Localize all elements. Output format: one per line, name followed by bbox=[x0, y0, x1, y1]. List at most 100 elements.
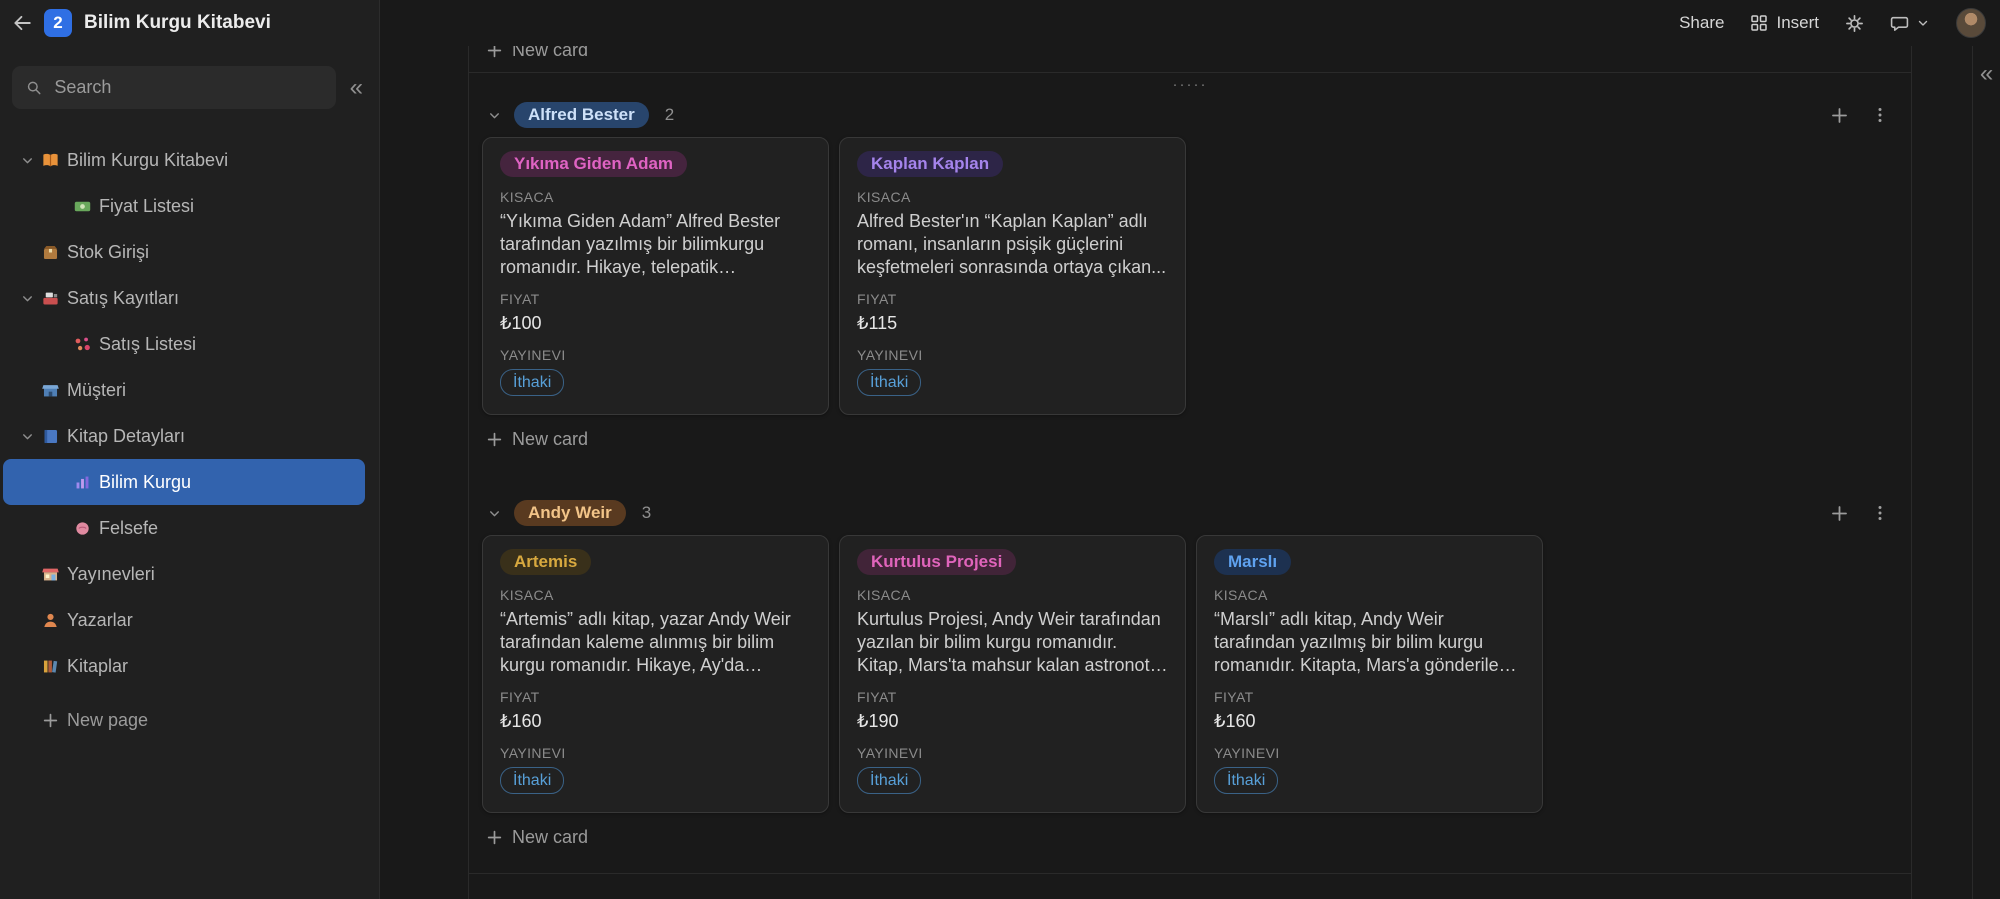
property-label-kisaca: KISACA bbox=[500, 189, 811, 205]
chat-bubble-icon bbox=[1890, 14, 1909, 33]
property-label-yayinevi: YAYINEVI bbox=[500, 347, 811, 363]
sidebar-item-yazarlar[interactable]: Yazarlar bbox=[3, 597, 365, 643]
board-group-andy-weir: Andy Weir 3 Artemis KISACA “Artemis” adl bbox=[469, 493, 1911, 857]
sidebar-item-felsefe[interactable]: Felsefe bbox=[3, 505, 365, 551]
property-label-fiyat: FIYAT bbox=[1214, 689, 1525, 705]
sidebar-item-satis-kayitlari[interactable]: Satış Kayıtları bbox=[3, 275, 365, 321]
sidebar-item-kitap-detaylari[interactable]: Kitap Detayları bbox=[3, 413, 365, 459]
property-label-kisaca: KISACA bbox=[500, 587, 811, 603]
card-summary: Kurtulus Projesi, Andy Weir tarafından y… bbox=[857, 608, 1168, 677]
property-label-fiyat: FIYAT bbox=[857, 291, 1168, 307]
dots-vertical-icon bbox=[1871, 504, 1889, 522]
sidebar-item-satis-listesi[interactable]: Satış Listesi bbox=[3, 321, 365, 367]
new-card-button[interactable]: New card bbox=[469, 817, 1911, 857]
group-collapse-button[interactable] bbox=[482, 501, 506, 525]
main-topbar: Share Insert bbox=[380, 0, 2000, 46]
back-button[interactable] bbox=[12, 13, 32, 33]
plus-icon bbox=[42, 712, 59, 729]
card-title-pill: Yıkıma Giden Adam bbox=[500, 151, 687, 177]
sidebar-item-fiyat-listesi[interactable]: Fiyat Listesi bbox=[3, 183, 365, 229]
cards-row: Yıkıma Giden Adam KISACA “Yıkıma Giden A… bbox=[469, 135, 1911, 415]
page-icon-number: 2 bbox=[53, 13, 62, 33]
group-header: Andy Weir 3 bbox=[469, 493, 1911, 533]
new-card-button[interactable]: New card bbox=[469, 46, 1911, 70]
book-card-yikima-giden-adam[interactable]: Yıkıma Giden Adam KISACA “Yıkıma Giden A… bbox=[482, 137, 829, 415]
cards-row: Artemis KISACA “Artemis” adlı kitap, yaz… bbox=[469, 533, 1911, 813]
drag-handle[interactable]: ····· bbox=[469, 73, 1911, 95]
main-body: New card ····· Alfred Bester 2 bbox=[380, 46, 2000, 899]
package-icon bbox=[41, 243, 60, 262]
board-bottom-divider bbox=[469, 873, 1911, 899]
book-card-marsli[interactable]: Marslı KISACA “Marslı” adlı kitap, Andy … bbox=[1196, 535, 1543, 813]
plus-icon bbox=[1830, 106, 1849, 125]
card-price: ₺115 bbox=[857, 312, 1168, 335]
board-top-clipped-row: New card bbox=[469, 46, 1911, 73]
card-price: ₺160 bbox=[500, 710, 811, 733]
comments-button[interactable] bbox=[1890, 14, 1909, 33]
group-menu-button[interactable] bbox=[1871, 504, 1889, 522]
plus-icon bbox=[1830, 504, 1849, 523]
card-title-pill: Marslı bbox=[1214, 549, 1291, 575]
sidebar-item-musteri[interactable]: Müşteri bbox=[3, 367, 365, 413]
group-add-button[interactable] bbox=[1830, 504, 1849, 523]
insert-button[interactable]: Insert bbox=[1750, 13, 1819, 33]
topbar-chevron-button[interactable] bbox=[1916, 16, 1930, 30]
plus-icon bbox=[486, 46, 503, 59]
property-label-yayinevi: YAYINEVI bbox=[1214, 745, 1525, 761]
new-card-button[interactable]: New card bbox=[469, 419, 1911, 459]
card-price: ₺100 bbox=[500, 312, 811, 335]
scatter-dots-icon bbox=[73, 335, 92, 354]
app-window: 2 Bilim Kurgu Kitabevi « Bilim Kurgu Kit… bbox=[0, 0, 2000, 899]
publisher-pill: İthaki bbox=[500, 767, 564, 794]
book-card-artemis[interactable]: Artemis KISACA “Artemis” adlı kitap, yaz… bbox=[482, 535, 829, 813]
sidebar-collapse-button[interactable]: « bbox=[346, 76, 367, 100]
search-box[interactable] bbox=[12, 66, 336, 109]
store-icon bbox=[41, 565, 60, 584]
group-collapse-button[interactable] bbox=[482, 103, 506, 127]
storefront-icon bbox=[41, 381, 60, 400]
card-price: ₺190 bbox=[857, 710, 1168, 733]
dots-vertical-icon bbox=[1871, 106, 1889, 124]
chevron-down-icon bbox=[1916, 16, 1930, 30]
new-page-button[interactable]: New page bbox=[3, 697, 365, 743]
banknote-icon bbox=[73, 197, 92, 216]
search-input[interactable] bbox=[52, 76, 321, 99]
publisher-pill: İthaki bbox=[857, 767, 921, 794]
sidebar-item-kitaplar[interactable]: Kitaplar bbox=[3, 643, 365, 689]
publisher-pill: İthaki bbox=[500, 369, 564, 396]
sidebar-item-stok-girisi[interactable]: Stok Girişi bbox=[3, 229, 365, 275]
sidebar-topbar: 2 Bilim Kurgu Kitabevi bbox=[0, 0, 379, 46]
sidebar-item-yayinevleri[interactable]: Yayınevleri bbox=[3, 551, 365, 597]
blue-book-icon bbox=[41, 427, 60, 446]
property-label-fiyat: FIYAT bbox=[500, 291, 811, 307]
sidebar-nav: Bilim Kurgu Kitabevi Fiyat Listesi Stok … bbox=[0, 137, 379, 899]
page-title[interactable]: Bilim Kurgu Kitabevi bbox=[84, 12, 271, 34]
group-count: 3 bbox=[642, 503, 651, 523]
chevron-down-icon bbox=[487, 108, 502, 123]
avatar[interactable] bbox=[1956, 8, 1986, 38]
card-title-pill: Kurtulus Projesi bbox=[857, 549, 1016, 575]
card-title-pill: Artemis bbox=[500, 549, 591, 575]
book-card-kurtulus-projesi[interactable]: Kurtulus Projesi KISACA Kurtulus Projesi… bbox=[839, 535, 1186, 813]
chevron-down-icon bbox=[20, 153, 35, 168]
page-icon[interactable]: 2 bbox=[44, 9, 72, 37]
property-label-fiyat: FIYAT bbox=[500, 689, 811, 705]
right-panel-collapse-button[interactable]: « bbox=[1976, 62, 1997, 86]
share-button[interactable]: Share bbox=[1679, 13, 1724, 33]
publisher-pill: İthaki bbox=[857, 369, 921, 396]
group-menu-button[interactable] bbox=[1871, 106, 1889, 124]
property-label-yayinevi: YAYINEVI bbox=[857, 347, 1168, 363]
book-card-kaplan-kaplan[interactable]: Kaplan Kaplan KISACA Alfred Bester'ın “K… bbox=[839, 137, 1186, 415]
sidebar-item-bilim-kurgu[interactable]: Bilim Kurgu bbox=[3, 459, 365, 505]
group-pill[interactable]: Andy Weir bbox=[514, 500, 626, 526]
property-label-kisaca: KISACA bbox=[1214, 587, 1525, 603]
chevron-down-icon bbox=[487, 506, 502, 521]
sidebar-item-bilim-kurgu-kitabevi[interactable]: Bilim Kurgu Kitabevi bbox=[3, 137, 365, 183]
board: New card ····· Alfred Bester 2 bbox=[468, 46, 1912, 899]
card-summary: Alfred Bester'ın “Kaplan Kaplan” adlı ro… bbox=[857, 210, 1168, 279]
group-pill[interactable]: Alfred Bester bbox=[514, 102, 649, 128]
settings-button[interactable] bbox=[1845, 14, 1864, 33]
group-add-button[interactable] bbox=[1830, 106, 1849, 125]
sidebar: 2 Bilim Kurgu Kitabevi « Bilim Kurgu Kit… bbox=[0, 0, 380, 899]
chevron-down-icon bbox=[20, 291, 35, 306]
